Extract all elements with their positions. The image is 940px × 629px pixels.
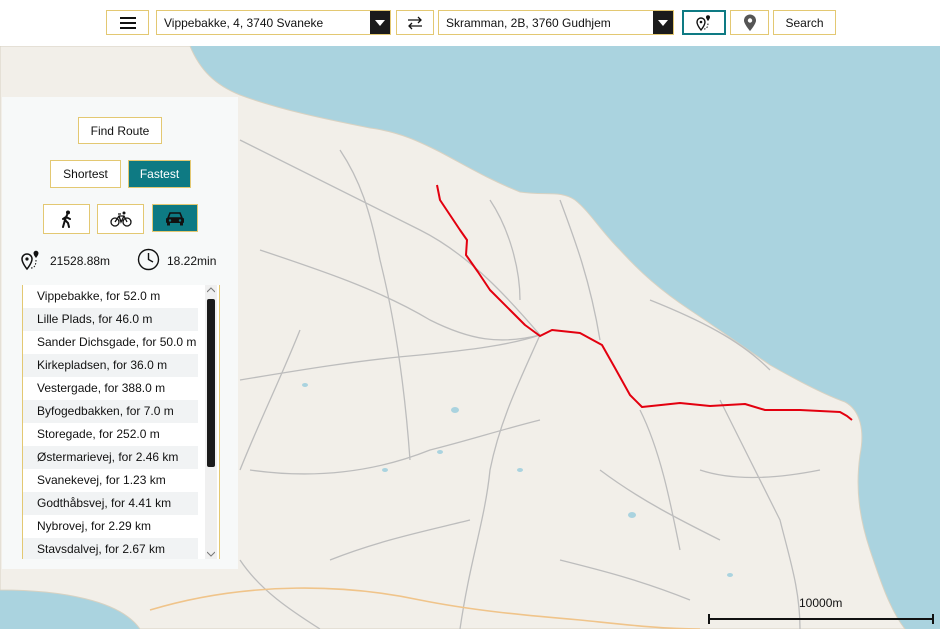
car-icon (166, 212, 184, 226)
from-dropdown-button[interactable] (370, 11, 390, 34)
find-route-label: Find Route (90, 123, 150, 138)
directions-list[interactable]: Vippebakke, for 52.0 m Lille Plads, for … (22, 285, 220, 559)
bicycle-icon (109, 211, 132, 227)
clock-icon (137, 248, 160, 271)
direction-item[interactable]: Byfogedbakken, for 7.0 m (23, 400, 198, 423)
direction-item[interactable]: Kirkepladsen, for 36.0 m (23, 354, 198, 377)
scale-bar (708, 614, 934, 624)
from-address-value: Vippebakke, 4, 3740 Svaneke (164, 16, 324, 30)
distance-value: 21528.88m (50, 254, 111, 268)
walk-mode-button[interactable] (43, 204, 90, 234)
hamburger-icon (119, 16, 136, 29)
directions-scrollbar[interactable] (205, 285, 217, 559)
menu-button[interactable] (106, 10, 149, 35)
map-pin-icon (743, 14, 756, 31)
scale-label: 10000m (799, 596, 843, 610)
car-mode-button[interactable] (152, 204, 198, 232)
direction-item[interactable]: Svanekevej, for 1.23 km (23, 469, 198, 492)
bike-mode-button[interactable] (97, 204, 144, 234)
fastest-button[interactable]: Fastest (128, 160, 191, 188)
route-panel: Find Route Shortest Fastest 21528.88m 18… (2, 97, 238, 569)
walking-icon (61, 210, 71, 228)
direction-item[interactable]: Sander Dichsgade, for 50.0 m (23, 331, 198, 354)
scrollbar-thumb[interactable] (207, 299, 215, 467)
direction-item[interactable]: Nybrovej, for 2.29 km (23, 515, 198, 538)
route-mode-button[interactable] (682, 10, 726, 35)
map-scale: 10000m (706, 596, 936, 626)
swap-arrows-icon (408, 16, 422, 29)
direction-item[interactable]: Østermarievej, for 2.46 km (23, 446, 198, 469)
direction-item[interactable]: Storegade, for 252.0 m (23, 423, 198, 446)
direction-item[interactable]: Vippebakke, for 52.0 m (23, 285, 198, 308)
to-address-value: Skramman, 2B, 3760 Gudhjem (446, 16, 611, 30)
from-address-combo[interactable]: Vippebakke, 4, 3740 Svaneke (156, 10, 391, 35)
fastest-label: Fastest (139, 167, 180, 181)
directions-items: Vippebakke, for 52.0 m Lille Plads, for … (23, 285, 219, 559)
scroll-down-icon[interactable] (207, 551, 215, 557)
shortest-label: Shortest (63, 167, 108, 181)
direction-item[interactable]: Lille Plads, for 46.0 m (23, 308, 198, 331)
direction-item[interactable]: Vestergade, for 388.0 m (23, 377, 198, 400)
direction-item[interactable]: Stavsdalvej, for 2.67 km (23, 538, 198, 559)
scroll-up-icon[interactable] (207, 287, 215, 293)
route-pin-icon (696, 14, 710, 31)
direction-item[interactable]: Godthåbsvej, for 4.41 km (23, 492, 198, 515)
distance-icon (21, 250, 39, 271)
location-button[interactable] (730, 10, 769, 35)
to-address-combo[interactable]: Skramman, 2B, 3760 Gudhjem (438, 10, 674, 35)
shortest-button[interactable]: Shortest (50, 160, 121, 188)
search-button[interactable]: Search (773, 10, 836, 35)
time-value: 18.22min (167, 254, 217, 268)
search-button-label: Search (785, 15, 824, 30)
to-dropdown-button[interactable] (653, 11, 673, 34)
chevron-down-icon (658, 19, 668, 26)
chevron-down-icon (375, 19, 385, 26)
swap-button[interactable] (396, 10, 434, 35)
top-toolbar: Vippebakke, 4, 3740 Svaneke Skramman, 2B… (0, 0, 940, 46)
find-route-button[interactable]: Find Route (78, 117, 162, 144)
